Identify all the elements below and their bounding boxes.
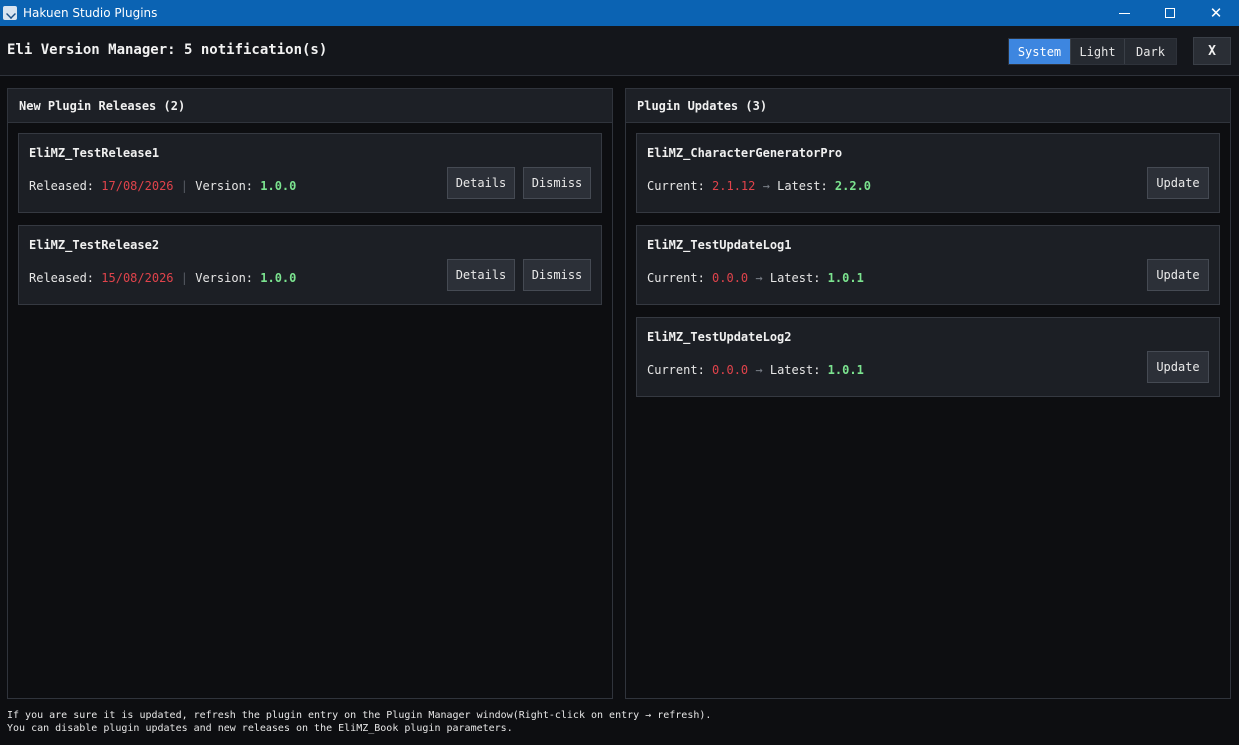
current-version: 0.0.0 <box>712 363 749 377</box>
update-button[interactable]: Update <box>1147 167 1209 199</box>
meta-separator: | <box>180 271 188 285</box>
maximize-icon <box>1165 8 1175 18</box>
update-card: EliMZ_TestUpdateLog1 Current: 0.0.0 → La… <box>636 225 1220 305</box>
release-meta: Released: 15/08/2026 | Version: 1.0.0 <box>29 271 296 285</box>
window-controls: ✕ <box>1101 0 1239 26</box>
update-meta: Current: 0.0.0 → Latest: 1.0.1 <box>647 363 864 377</box>
update-button[interactable]: Update <box>1147 259 1209 291</box>
update-meta: Current: 0.0.0 → Latest: 1.0.1 <box>647 271 864 285</box>
current-version: 2.1.12 <box>712 179 756 193</box>
update-button[interactable]: Update <box>1147 351 1209 383</box>
current-version: 0.0.0 <box>712 271 749 285</box>
release-meta: Released: 17/08/2026 | Version: 1.0.0 <box>29 179 296 193</box>
details-button[interactable]: Details <box>447 259 515 291</box>
plugin-name: EliMZ_TestUpdateLog2 <box>647 330 792 344</box>
details-button[interactable]: Details <box>447 167 515 199</box>
dismiss-button[interactable]: Dismiss <box>523 259 591 291</box>
plugin-name: EliMZ_TestRelease2 <box>29 238 160 252</box>
plugin-name: EliMZ_CharacterGeneratorPro <box>647 146 843 160</box>
dismiss-button[interactable]: Dismiss <box>523 167 591 199</box>
plugin-name: EliMZ_TestUpdateLog1 <box>647 238 792 252</box>
current-label: Current: <box>647 363 705 377</box>
close-icon: ✕ <box>1209 3 1223 22</box>
latest-version: 2.2.0 <box>834 179 872 193</box>
update-card: EliMZ_CharacterGeneratorPro Current: 2.1… <box>636 133 1220 213</box>
footer-refresh-hint: If you are sure it is updated, refresh t… <box>7 710 712 721</box>
released-label: Released: <box>29 179 95 193</box>
plugin-updates-header: Plugin Updates (3) <box>626 89 1230 123</box>
version-value: 1.0.0 <box>260 179 297 193</box>
new-releases-panel: New Plugin Releases (2) EliMZ_TestReleas… <box>7 88 613 699</box>
arrow-right-icon: → <box>755 271 763 285</box>
close-manager-button[interactable]: X <box>1193 37 1231 65</box>
theme-light-button[interactable]: Light <box>1070 39 1124 64</box>
page-title: Eli Version Manager: 5 notification(s) <box>7 42 328 58</box>
maximize-button[interactable] <box>1147 0 1193 26</box>
version-label: Version: <box>195 179 254 193</box>
update-card: EliMZ_TestUpdateLog2 Current: 0.0.0 → La… <box>636 317 1220 397</box>
window-title: Hakuen Studio Plugins <box>23 6 158 20</box>
theme-dark-button[interactable]: Dark <box>1124 39 1176 64</box>
plugin-name: EliMZ_TestRelease1 <box>29 146 160 160</box>
minimize-button[interactable] <box>1101 0 1147 26</box>
latest-label: Latest: <box>769 271 821 285</box>
current-label: Current: <box>647 271 705 285</box>
minimize-icon <box>1118 12 1130 14</box>
arrow-right-icon: → <box>762 179 770 193</box>
latest-version: 1.0.1 <box>827 363 864 377</box>
footer-disable-hint: You can disable plugin updates and new r… <box>7 723 513 734</box>
version-label: Version: <box>195 271 254 285</box>
latest-label: Latest: <box>769 363 821 377</box>
latest-label: Latest: <box>777 179 828 193</box>
update-meta: Current: 2.1.12 → Latest: 2.2.0 <box>647 179 871 193</box>
release-card: EliMZ_TestRelease1 Released: 17/08/2026 … <box>18 133 602 213</box>
arrow-right-icon: → <box>755 363 763 377</box>
window-close-button[interactable]: ✕ <box>1193 0 1239 26</box>
meta-separator: | <box>180 179 188 193</box>
theme-system-button[interactable]: System <box>1009 39 1070 64</box>
latest-version: 1.0.1 <box>827 271 864 285</box>
release-date: 17/08/2026 <box>101 179 174 193</box>
released-label: Released: <box>29 271 95 285</box>
theme-switcher: System Light Dark <box>1008 38 1177 65</box>
release-card: EliMZ_TestRelease2 Released: 15/08/2026 … <box>18 225 602 305</box>
version-value: 1.0.0 <box>260 271 297 285</box>
footer-notes: If you are sure it is updated, refresh t… <box>7 709 711 735</box>
new-releases-header: New Plugin Releases (2) <box>8 89 612 123</box>
window-titlebar[interactable]: Hakuen Studio Plugins ✕ <box>0 0 1239 26</box>
plugin-updates-panel: Plugin Updates (3) EliMZ_CharacterGenera… <box>625 88 1231 699</box>
app-header: Eli Version Manager: 5 notification(s) S… <box>0 26 1239 76</box>
current-label: Current: <box>647 179 705 193</box>
app-logo-icon <box>3 6 17 20</box>
release-date: 15/08/2026 <box>101 271 174 285</box>
